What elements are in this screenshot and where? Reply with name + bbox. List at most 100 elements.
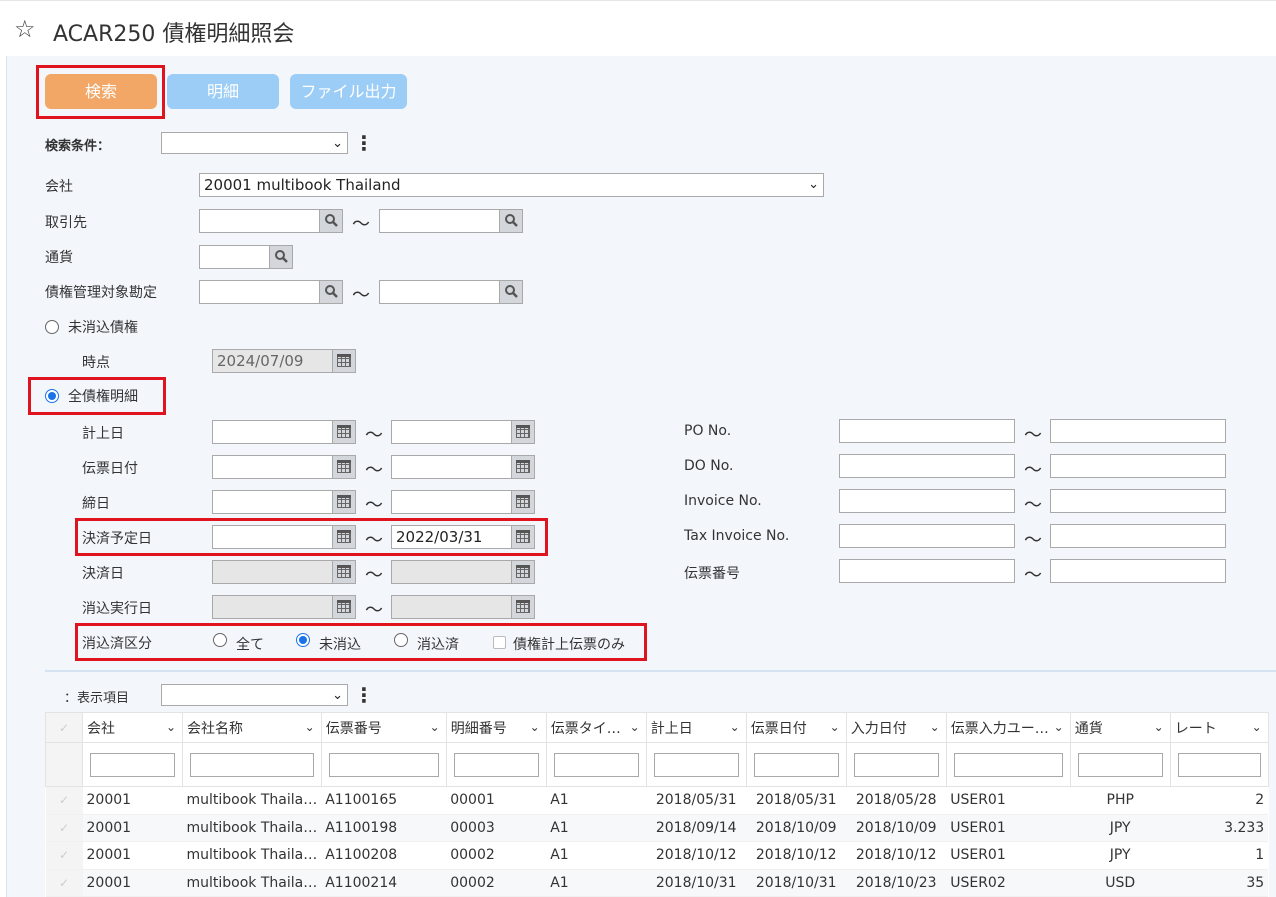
filter-input[interactable]	[853, 752, 939, 777]
row-check-icon[interactable]: ✓	[45, 841, 83, 870]
calendar-icon[interactable]	[332, 595, 356, 619]
reconcile-type-label: 消込済区分	[82, 636, 152, 652]
row-check-icon[interactable]: ✓	[45, 814, 83, 842]
voucher-date-from[interactable]	[212, 455, 333, 479]
voucher-date-to[interactable]	[391, 455, 512, 479]
row-check-icon[interactable]: ✓	[45, 869, 83, 897]
search-icon[interactable]	[499, 209, 523, 233]
column-header[interactable]: 会社 ⌄	[82, 712, 183, 743]
calendar-icon[interactable]	[511, 560, 535, 584]
account-from-input[interactable]	[199, 280, 320, 304]
calendar-icon[interactable]	[511, 595, 535, 619]
search-icon[interactable]	[269, 245, 293, 269]
search-condition-select[interactable]: ⌄	[161, 132, 348, 154]
unreconciled-radio[interactable]	[45, 320, 59, 334]
search-button[interactable]: 検索	[45, 74, 157, 109]
calendar-icon[interactable]	[511, 525, 535, 549]
calendar-icon[interactable]	[511, 455, 535, 479]
ar-voucher-only-checkbox[interactable]	[493, 636, 506, 649]
settlement-plan-date-to[interactable]: 2022/03/31	[391, 525, 512, 549]
table-row[interactable]: ✓ 20001 multibook Thaila… A1100208 00002…	[45, 841, 1269, 870]
invoice-no-from[interactable]	[839, 489, 1015, 513]
po-no-to[interactable]	[1050, 419, 1226, 443]
filter-input[interactable]	[190, 752, 314, 777]
voucher-no-from[interactable]	[839, 559, 1015, 583]
partner-to-input[interactable]	[379, 209, 500, 233]
table-row[interactable]: ✓ 20001 multibook Thaila… A1100165 00001…	[45, 786, 1269, 815]
file-output-button[interactable]: ファイル出力	[290, 74, 407, 109]
calendar-icon[interactable]	[332, 490, 356, 514]
reconcile-exec-date-from[interactable]	[212, 595, 333, 619]
settlement-plan-date-from[interactable]	[212, 525, 333, 549]
po-no-from[interactable]	[839, 419, 1015, 443]
account-to-input[interactable]	[379, 280, 500, 304]
search-icon[interactable]	[319, 209, 343, 233]
column-header[interactable]: 伝票番号 ⌄	[320, 712, 447, 743]
column-header[interactable]: 会社名称 ⌄	[182, 712, 322, 743]
table-row[interactable]: ✓ 20001 multibook Thaila… A1100198 00003…	[45, 814, 1269, 842]
search-icon[interactable]	[319, 280, 343, 304]
filter-input[interactable]	[90, 752, 175, 777]
posting-date-from[interactable]	[212, 420, 333, 444]
filter-input[interactable]	[453, 752, 539, 777]
tax-invoice-no-to[interactable]	[1050, 524, 1226, 548]
column-header[interactable]: 明細番号 ⌄	[445, 712, 547, 743]
company-select[interactable]: 20001 multibook Thailand ⌄	[199, 173, 824, 197]
select-all-check-icon[interactable]: ✓	[45, 712, 83, 743]
reconcile-unreconciled-radio[interactable]	[296, 633, 310, 647]
filter-input[interactable]	[1177, 752, 1261, 777]
column-header[interactable]: 伝票日付 ⌄	[745, 712, 847, 743]
filter-input[interactable]	[1077, 752, 1163, 777]
voucher-no-to[interactable]	[1050, 559, 1226, 583]
calendar-icon[interactable]	[332, 349, 356, 373]
section-divider	[45, 670, 1276, 672]
calendar-icon[interactable]	[332, 455, 356, 479]
chevron-down-icon: ⌄	[808, 177, 819, 192]
page-title: ACAR250 債権明細照会	[53, 22, 295, 47]
currency-input[interactable]	[199, 245, 270, 269]
display-items-menu-icon[interactable]: ⋮	[354, 685, 374, 705]
chevron-down-icon: ⌄	[929, 720, 940, 734]
as-of-date-input[interactable]: 2024/07/09	[212, 349, 333, 373]
calendar-icon[interactable]	[332, 420, 356, 444]
settlement-date-to[interactable]	[391, 560, 512, 584]
range-tilde: 〜	[365, 425, 383, 446]
closing-date-to[interactable]	[391, 490, 512, 514]
search-icon[interactable]	[499, 280, 523, 304]
calendar-icon[interactable]	[332, 560, 356, 584]
tax-invoice-no-from[interactable]	[839, 524, 1015, 548]
chevron-down-icon: ⌄	[629, 720, 640, 734]
detail-button[interactable]: 明細	[167, 74, 279, 109]
invoice-no-to[interactable]	[1050, 489, 1226, 513]
settlement-date-from[interactable]	[212, 560, 333, 584]
column-header[interactable]: 通貨 ⌄	[1069, 712, 1171, 743]
invoice-no-label: Invoice No.	[684, 493, 762, 509]
partner-from-input[interactable]	[199, 209, 320, 233]
posting-date-to[interactable]	[391, 420, 512, 444]
column-header[interactable]: 伝票タイ… ⌄	[545, 712, 647, 743]
all-detail-radio[interactable]	[45, 389, 59, 403]
do-no-to[interactable]	[1050, 454, 1226, 478]
row-check-icon[interactable]: ✓	[45, 786, 83, 815]
filter-input[interactable]	[953, 752, 1063, 777]
display-items-select[interactable]: ⌄	[161, 684, 348, 706]
column-header[interactable]: 入力日付 ⌄	[845, 712, 947, 743]
calendar-icon[interactable]	[511, 490, 535, 514]
column-header[interactable]: レート ⌄	[1169, 712, 1269, 743]
column-header[interactable]: 伝票入力ユー… ⌄	[945, 712, 1071, 743]
filter-input[interactable]	[753, 752, 839, 777]
column-header[interactable]: 計上日 ⌄	[645, 712, 747, 743]
closing-date-from[interactable]	[212, 490, 333, 514]
filter-input[interactable]	[653, 752, 739, 777]
reconcile-all-radio[interactable]	[213, 633, 227, 647]
calendar-icon[interactable]	[332, 525, 356, 549]
search-condition-menu-icon[interactable]: ⋮	[354, 133, 374, 153]
reconcile-done-radio[interactable]	[394, 633, 408, 647]
star-icon[interactable]: ☆	[14, 15, 36, 43]
reconcile-exec-date-to[interactable]	[391, 595, 512, 619]
table-row[interactable]: ✓ 20001 multibook Thaila… A1100214 00002…	[45, 869, 1269, 897]
filter-input[interactable]	[328, 752, 439, 777]
do-no-from[interactable]	[839, 454, 1015, 478]
filter-input[interactable]	[553, 752, 639, 777]
calendar-icon[interactable]	[511, 420, 535, 444]
